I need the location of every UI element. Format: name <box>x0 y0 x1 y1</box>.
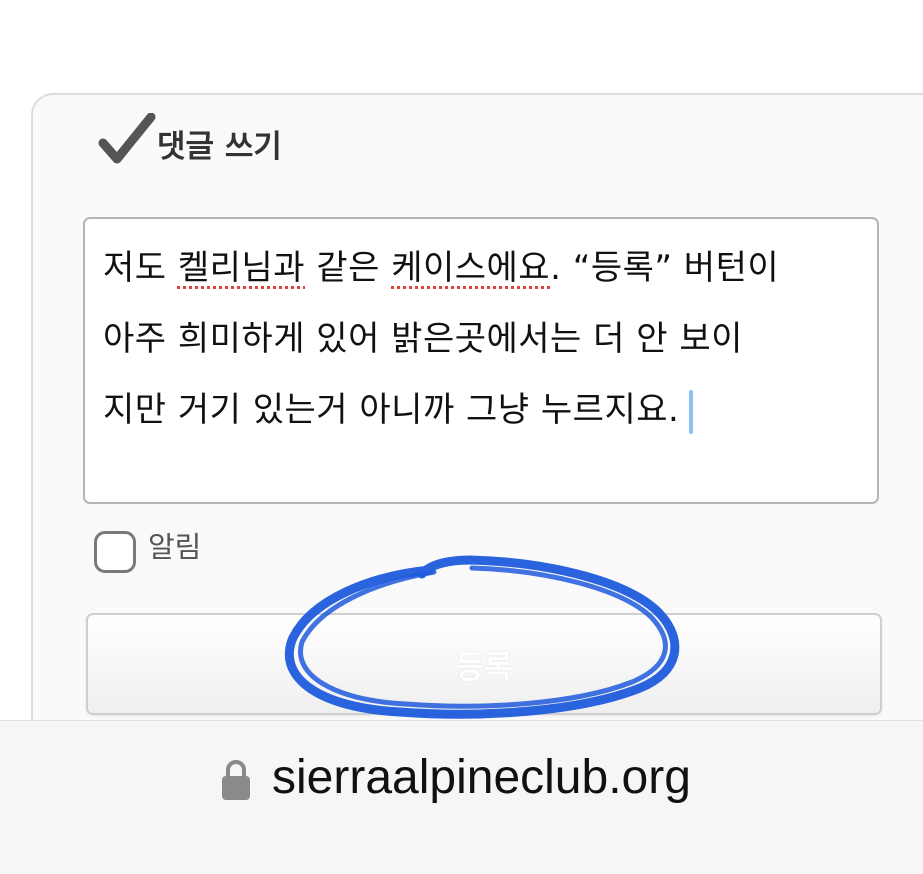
comment-line-2: 아주 희미하게 있어 밝은곳에서는 더 안 보이 <box>103 319 743 359</box>
comment-text-segment: 같은 <box>305 248 392 288</box>
notify-checkbox[interactable] <box>94 531 136 573</box>
comment-text-segment: 저도 <box>103 248 178 288</box>
comment-line-3: 지만 거기 있는거 아니까 그냥 누르지요. <box>103 375 859 446</box>
comment-form-title: 댓글 쓰기 <box>98 113 282 166</box>
comment-textarea[interactable]: 저도 켈리님과 같은 케이스에요. “등록” 버턴이 아주 희미하게 있어 밝은… <box>83 217 879 504</box>
comment-text-segment: . “등록” 버턴이 <box>550 248 780 288</box>
browser-address-bar[interactable]: sierraalpineclub.org <box>0 720 923 874</box>
notify-option[interactable]: 알림 <box>94 530 201 573</box>
comment-card: 댓글 쓰기 저도 켈리님과 같은 케이스에요. “등록” 버턴이 아주 희미하게… <box>31 93 923 793</box>
lock-icon <box>222 759 250 800</box>
spellcheck-word: 켈리님과 <box>177 248 305 288</box>
text-caret <box>689 389 694 434</box>
spellcheck-word: 케이스에요 <box>391 248 551 288</box>
comment-line-1: 저도 켈리님과 같은 케이스에요. “등록” 버턴이 <box>103 233 859 304</box>
url-text: sierraalpineclub.org <box>272 751 691 804</box>
checkmark-icon <box>98 113 156 164</box>
comment-form-title-text: 댓글 쓰기 <box>157 129 282 165</box>
submit-button[interactable]: 등록 <box>86 613 882 715</box>
comment-text-segment: 지만 거기 있는거 아니까 그냥 누르지요. <box>103 390 680 430</box>
page: 댓글 쓰기 저도 켈리님과 같은 케이스에요. “등록” 버턴이 아주 희미하게… <box>0 0 923 874</box>
url-display[interactable]: sierraalpineclub.org <box>220 750 691 805</box>
notify-label: 알림 <box>148 530 202 564</box>
submit-button-label: 등록 <box>455 649 513 686</box>
